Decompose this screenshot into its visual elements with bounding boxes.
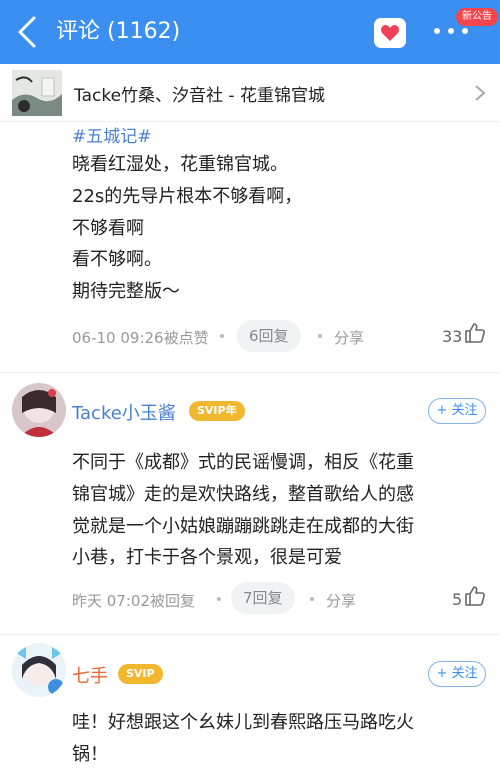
separator-dot	[217, 597, 221, 601]
page-title: 评论 (1162)	[56, 19, 181, 44]
comment-text-line: 哇！好想跟这个幺妹儿到春熙路压马路吃火	[72, 712, 414, 733]
separator-dot	[220, 334, 224, 338]
album-cover	[12, 70, 62, 116]
follow-button[interactable]: + 关注	[428, 661, 486, 687]
topic-tag[interactable]: #五城记#	[72, 122, 152, 147]
thumbs-up-icon[interactable]	[464, 322, 486, 344]
comment-divider	[0, 372, 500, 373]
separator-dot	[318, 334, 322, 338]
avatar[interactable]	[12, 383, 66, 437]
chevron-left-icon	[18, 16, 36, 48]
username[interactable]: Tacke小玉酱	[72, 399, 176, 425]
replies-button[interactable]: 6回复	[237, 320, 301, 352]
comment-divider	[0, 634, 500, 635]
like-count: 33	[442, 327, 463, 346]
comment-text-line: 不够看啊	[72, 218, 144, 239]
share-button[interactable]: 分享	[326, 590, 356, 611]
top-bar: 评论 (1162) 新公告	[0, 0, 500, 64]
more-dot-icon	[448, 28, 454, 34]
comment-text-line: 不同于《成都》式的民谣慢调，相反《花重	[72, 452, 414, 473]
svip-badge: SVIP年	[189, 401, 245, 421]
thumbs-up-icon[interactable]	[464, 585, 486, 607]
comment-text-line: 锦官城》走的是欢快路线，整首歌给人的感	[72, 484, 414, 505]
share-button[interactable]: 分享	[334, 327, 364, 348]
separator-dot	[310, 597, 314, 601]
follow-button[interactable]: + 关注	[428, 398, 486, 424]
comment-text-line: 小巷，打卡于各个景观，很是可爱	[72, 547, 342, 568]
more-dot-icon	[462, 28, 468, 34]
comment-text-line: 期待完整版～	[72, 281, 180, 302]
song-entry[interactable]: Tacke竹桑、汐音社 - 花重锦官城	[0, 64, 500, 122]
more-options-button[interactable]	[434, 28, 470, 38]
svip-badge: SVIP	[118, 664, 163, 684]
back-button[interactable]	[14, 14, 44, 50]
avatar[interactable]	[12, 643, 66, 697]
replies-button[interactable]: 7回复	[231, 582, 295, 614]
username[interactable]: 七手	[72, 662, 108, 688]
heart-icon	[381, 25, 399, 41]
comment-text-line: 看不够啊。	[72, 249, 162, 270]
comment-time: 06-10 09:26被点赞	[72, 329, 209, 347]
like-count: 5	[452, 590, 463, 609]
more-dot-icon	[434, 28, 440, 34]
comment-text-line: 晓看红湿处，花重锦官城。	[72, 154, 288, 175]
comment-text-line: 觉就是一个小姑娘蹦蹦跳跳走在成都的大街	[72, 516, 414, 537]
new-notice-badge[interactable]: 新公告	[456, 8, 498, 26]
comment-text-line: 锅！	[72, 744, 108, 765]
favorite-button[interactable]	[374, 18, 406, 48]
comment-time: 昨天 07:02被回复	[72, 592, 195, 610]
comment-text-line: 22s的先导片根本不够看啊，	[72, 186, 303, 207]
song-title: Tacke竹桑、汐音社 - 花重锦官城	[74, 86, 325, 106]
chevron-right-icon	[475, 85, 486, 101]
